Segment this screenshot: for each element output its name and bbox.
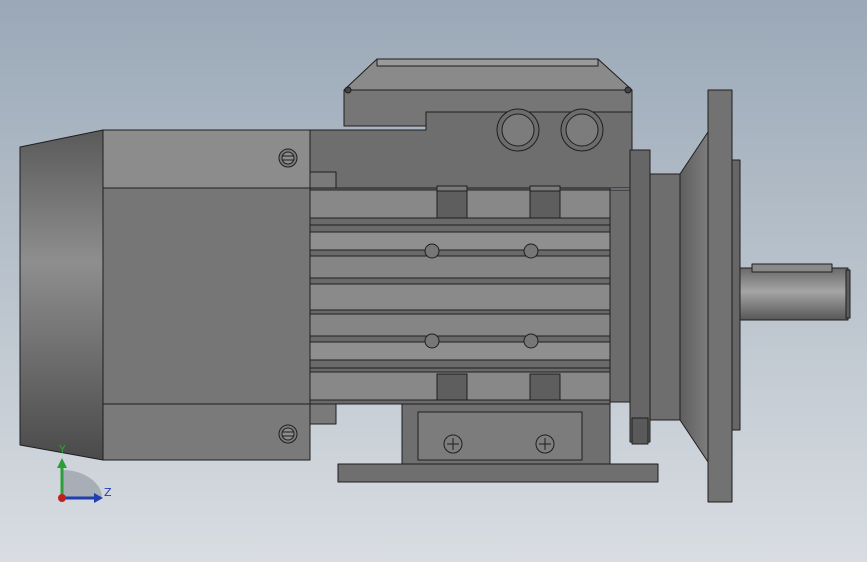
cable-clip-top: [309, 171, 337, 189]
tie-rod-top-left: [436, 185, 468, 219]
x-axis-dot: [58, 494, 66, 502]
mounting-foot: [337, 403, 659, 483]
motor-3d-model[interactable]: [0, 0, 867, 562]
foot-bolt-right: [535, 434, 555, 454]
tie-rod-bottom-left: [436, 373, 468, 401]
y-axis-label: Y: [59, 443, 66, 456]
tie-rod-bottom-right: [529, 373, 561, 401]
cable-gland-left: [496, 108, 540, 152]
z-axis-label: Z: [104, 486, 112, 499]
axis-triad: [57, 458, 103, 503]
fan-cover: [19, 129, 104, 461]
y-axis-arrowhead: [57, 458, 67, 468]
end-shield: [609, 149, 681, 445]
tie-rod-top-right: [529, 185, 561, 219]
housing-screw-bottom: [278, 424, 298, 444]
cable-clip-bottom: [309, 403, 337, 425]
foot-bolt-left: [443, 434, 463, 454]
motor-housing: [102, 129, 311, 461]
housing-screw-top: [278, 148, 298, 168]
output-shaft: [739, 263, 851, 321]
cad-viewport[interactable]: Y Z: [0, 0, 867, 562]
output-flange: [679, 89, 741, 503]
cooling-fins: [309, 187, 611, 405]
cable-gland-right: [560, 108, 604, 152]
